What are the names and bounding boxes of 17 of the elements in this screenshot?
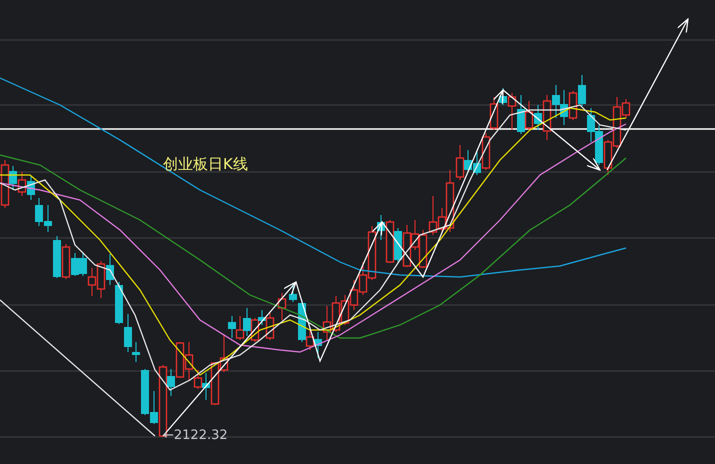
candlestick bbox=[96, 260, 106, 298]
candlestick bbox=[332, 296, 340, 332]
candlestick bbox=[402, 224, 412, 268]
candlestick bbox=[278, 292, 286, 320]
candlestick bbox=[176, 342, 184, 378]
candlestick bbox=[568, 90, 578, 120]
candlestick bbox=[88, 268, 96, 296]
candlestick bbox=[322, 306, 332, 340]
candlestick bbox=[524, 100, 534, 130]
candlestick bbox=[410, 220, 420, 250]
low-price-label: ←2122.32 bbox=[163, 428, 228, 443]
candlestick bbox=[18, 172, 26, 196]
candlestick bbox=[236, 316, 244, 340]
chart-title: 创业板日K线 bbox=[163, 155, 248, 174]
candlestick bbox=[418, 230, 428, 268]
candlestick bbox=[340, 294, 350, 326]
candlestick bbox=[350, 280, 358, 310]
